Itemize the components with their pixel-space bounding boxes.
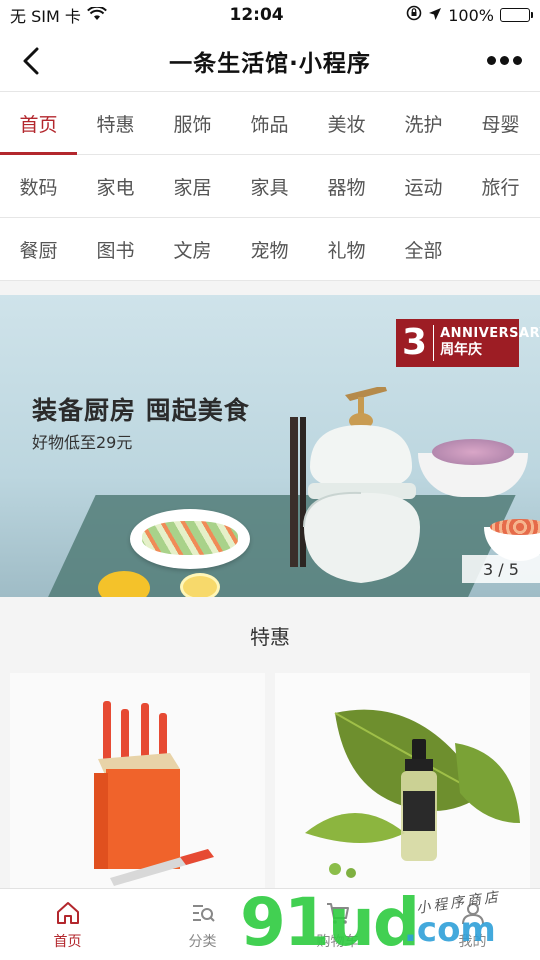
chevron-left-icon (23, 47, 39, 75)
banner-pager: 3 / 5 (462, 555, 540, 583)
knife-block-image (10, 673, 265, 898)
category-home[interactable]: 首页 (0, 92, 77, 155)
category-objects[interactable]: 器物 (308, 155, 385, 217)
category-accessories[interactable]: 饰品 (231, 92, 308, 154)
category-appliances[interactable]: 家电 (77, 155, 154, 217)
promo-banner[interactable]: 装备厨房 囤起美食 好物低至29元 3 ANNIVERSARY 周年庆 3 / … (0, 295, 540, 597)
tab-bar: 首页 分类 购物车 我的 (0, 888, 540, 960)
category-home-living[interactable]: 家居 (154, 155, 231, 217)
category-kitchen[interactable]: 餐厨 (0, 218, 77, 280)
category-gifts[interactable]: 礼物 (308, 218, 385, 280)
salad-plate-image (130, 509, 250, 569)
tab-label: 我的 (458, 933, 487, 950)
category-furniture[interactable]: 家具 (231, 155, 308, 217)
product-card[interactable] (275, 673, 530, 898)
anniversary-en-label: ANNIVERSARY (440, 326, 540, 342)
home-icon (56, 901, 79, 924)
tab-profile[interactable]: 我的 (405, 889, 540, 960)
nav-bar: 一条生活馆·小程序 (0, 30, 540, 92)
category-sports[interactable]: 运动 (385, 155, 462, 217)
anniversary-badge: 3 ANNIVERSARY 周年庆 (396, 319, 540, 367)
back-button[interactable] (14, 44, 48, 78)
more-menu-button[interactable] (487, 56, 522, 65)
anniversary-cn-label: 周年庆 (440, 342, 483, 359)
category-digital[interactable]: 数码 (0, 155, 77, 217)
tab-label: 分类 (188, 933, 217, 950)
user-icon (461, 902, 484, 924)
category-books[interactable]: 图书 (77, 218, 154, 280)
wifi-icon (86, 5, 107, 25)
location-arrow-icon (428, 6, 442, 25)
rotation-lock-icon (406, 5, 422, 25)
battery-icon (499, 8, 533, 22)
category-travel[interactable]: 旅行 (462, 155, 539, 217)
lemon-image (98, 571, 150, 597)
section-title-deals: 特惠 (250, 624, 290, 649)
carrier-label: 无 SIM 卡 (10, 7, 81, 26)
category-search-icon (192, 904, 215, 922)
tab-category[interactable]: 分类 (135, 889, 270, 960)
serum-bottle-image (275, 673, 530, 898)
category-beauty[interactable]: 美妆 (308, 92, 385, 154)
status-bar: 无 SIM 卡 12:04 100% (0, 0, 540, 30)
category-baby[interactable]: 母婴 (462, 92, 539, 154)
category-deals[interactable]: 特惠 (77, 92, 154, 154)
more-dots-icon (487, 56, 496, 65)
product-list (0, 673, 540, 898)
banner-headline: 装备厨房 囤起美食 (32, 396, 250, 425)
category-row: 数码 家电 家居 家具 器物 运动 旅行 (0, 155, 540, 218)
category-pets[interactable]: 宠物 (231, 218, 308, 280)
tab-label: 购物车 (316, 933, 359, 950)
status-time: 12:04 (229, 5, 284, 25)
battery-percent: 100% (448, 5, 494, 25)
category-row: 首页 特惠 服饰 饰品 美妆 洗护 母婴 (0, 92, 540, 155)
cart-icon (326, 902, 349, 924)
tab-cart[interactable]: 购物车 (270, 889, 405, 960)
category-personal-care[interactable]: 洗护 (385, 92, 462, 154)
lemon-slice-image (180, 573, 220, 597)
banner-subline: 好物低至29元 (32, 433, 133, 452)
anniversary-number: 3 (402, 325, 435, 361)
tab-home[interactable]: 首页 (0, 889, 135, 960)
category-stationery[interactable]: 文房 (154, 218, 231, 280)
category-grid: 首页 特惠 服饰 饰品 美妆 洗护 母婴 数码 家电 家居 家具 器物 运动 旅… (0, 92, 540, 281)
page-title: 一条生活馆·小程序 (169, 50, 371, 77)
product-card[interactable] (10, 673, 265, 898)
steamer-pot-image (290, 387, 420, 583)
category-all[interactable]: 全部 (385, 218, 462, 280)
category-apparel[interactable]: 服饰 (154, 92, 231, 154)
category-row: 餐厨 图书 文房 宠物 礼物 全部 (0, 218, 540, 281)
tab-label: 首页 (53, 933, 82, 950)
